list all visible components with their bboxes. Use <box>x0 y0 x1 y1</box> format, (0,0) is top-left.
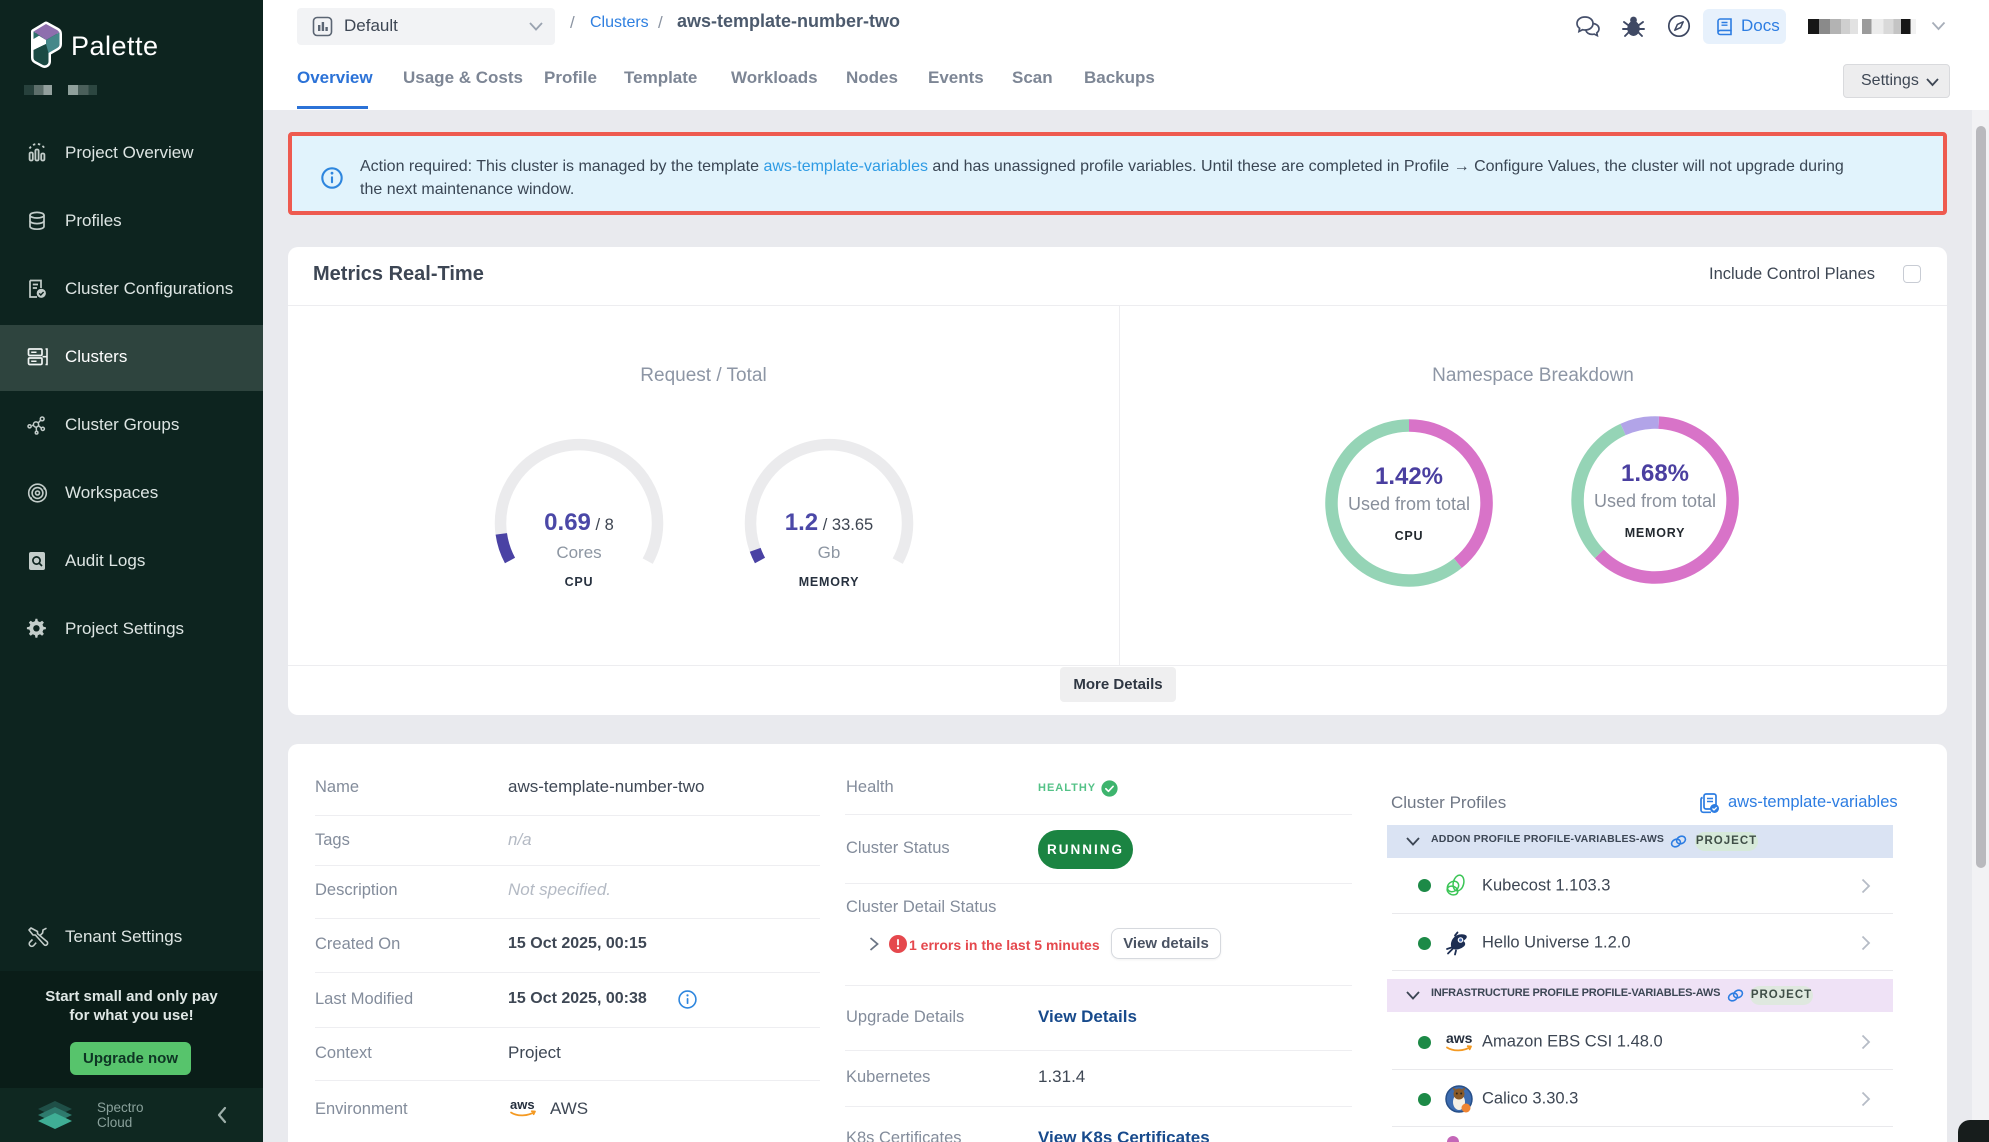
svg-text:aws: aws <box>1446 1030 1473 1046</box>
svg-text:aws: aws <box>510 1097 535 1112</box>
